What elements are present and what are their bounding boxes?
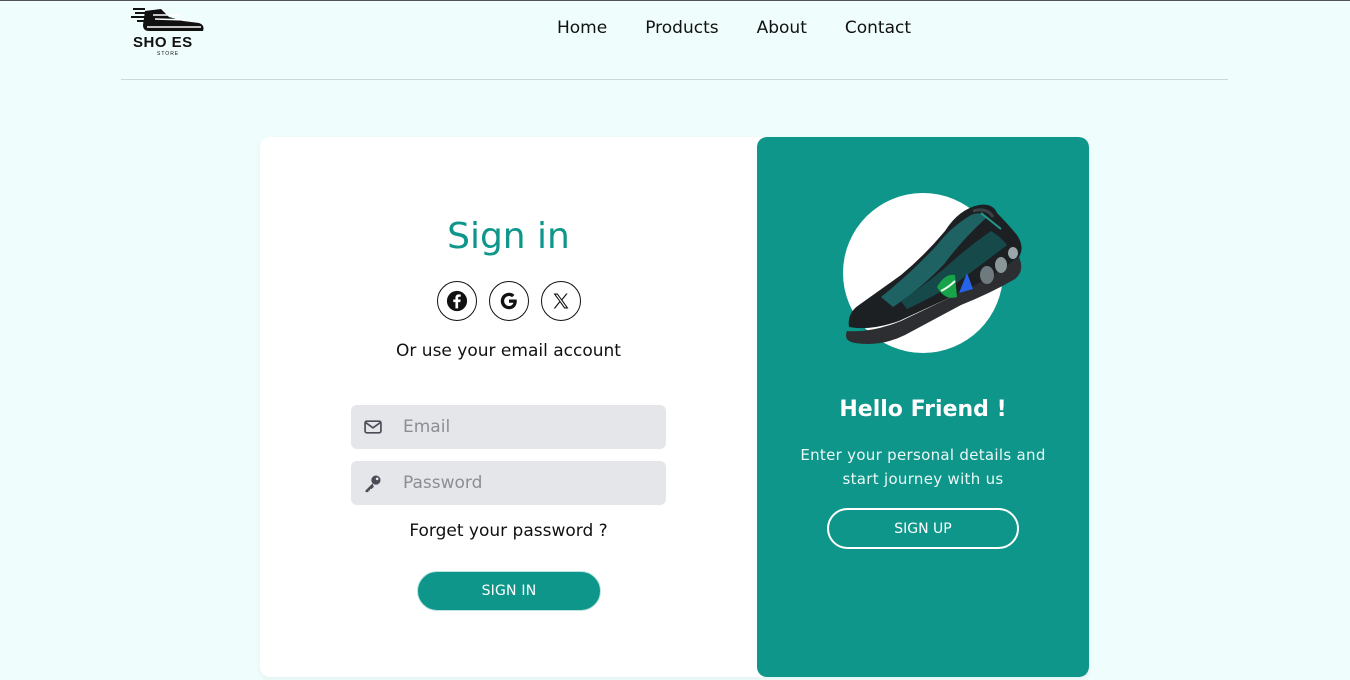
signup-promo-panel: Hello Friend ! Enter your personal detai… (757, 137, 1089, 677)
site-header: SHO ES STORE Home Products About Contact (121, 1, 1228, 80)
envelope-icon (364, 420, 382, 434)
signin-panel: Sign in Or use your email account Email … (260, 137, 757, 677)
logo-subtext: STORE (157, 51, 180, 57)
shoe-image (843, 193, 1022, 353)
nav-contact[interactable]: Contact (845, 18, 911, 38)
google-login-button[interactable] (489, 281, 529, 321)
signup-button[interactable]: SIGN UP (827, 508, 1019, 549)
sneaker-illustration (846, 204, 1022, 344)
promo-description: Enter your personal details and start jo… (800, 446, 1046, 488)
main-nav: Home Products About Contact (557, 18, 911, 38)
signin-title: Sign in (447, 216, 570, 257)
shoes-store-logo[interactable]: SHO ES STORE (131, 3, 207, 59)
nav-home[interactable]: Home (557, 18, 607, 38)
email-alternative-text: Or use your email account (396, 341, 621, 361)
logo-text: SHO ES (133, 34, 193, 51)
x-icon (553, 293, 569, 309)
google-icon (500, 292, 517, 310)
email-field (351, 405, 666, 449)
key-icon (365, 475, 381, 493)
forgot-password-link[interactable]: Forget your password ? (260, 521, 757, 541)
promo-title: Hello Friend ! (839, 397, 1007, 422)
auth-card: Sign in Or use your email account Email … (260, 137, 1089, 677)
nav-products[interactable]: Products (645, 18, 718, 38)
facebook-icon (446, 290, 468, 312)
facebook-login-button[interactable] (437, 281, 477, 321)
x-login-button[interactable] (541, 281, 581, 321)
social-login-group (437, 281, 581, 321)
password-field (351, 461, 666, 505)
signin-button[interactable]: SIGN IN (417, 571, 601, 611)
shoe-logo-icon (131, 8, 204, 31)
nav-about[interactable]: About (757, 18, 807, 38)
password-input[interactable] (403, 461, 658, 505)
email-input[interactable] (403, 405, 658, 449)
